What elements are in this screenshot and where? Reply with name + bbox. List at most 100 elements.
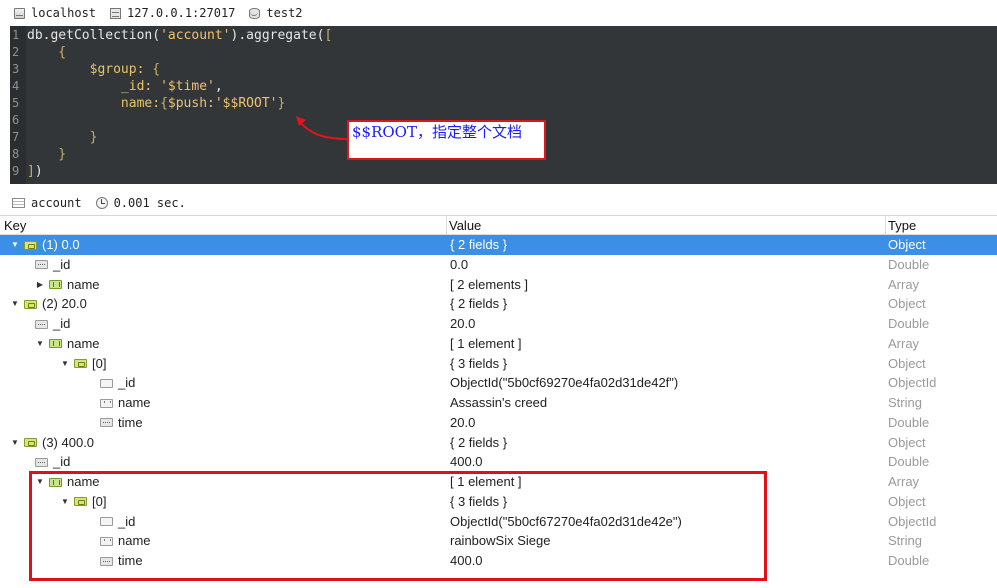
tree-cell-value: 400.0	[450, 553, 483, 568]
connection-server[interactable]: 127.0.0.1:27017	[110, 6, 235, 20]
tree-cell-type: Array	[888, 276, 920, 292]
tree-key-text: _id	[118, 513, 136, 529]
tree-row[interactable]: _id 0.0 Double	[0, 255, 997, 275]
tree-row[interactable]: ▶ name [ 2 elements ] Array	[0, 275, 997, 295]
tree-row[interactable]: _id 400.0 Double	[0, 452, 997, 472]
tree-cell-value: ObjectId("5b0cf67270e4fa02d31de42e")	[450, 513, 682, 529]
code-text: }	[27, 129, 98, 146]
tree-key-text: [0]	[92, 355, 107, 371]
collapse-arrow-icon[interactable]: ▼	[60, 492, 70, 512]
tree-cell-key: ▶ name	[35, 275, 100, 295]
tree-row[interactable]: ▼ name [ 1 element ] Array	[0, 334, 997, 354]
double-type-icon	[35, 260, 48, 270]
annotation-callout: $$ROOT，指定整个文档	[347, 120, 546, 160]
tree-row[interactable]: time 20.0 Double	[0, 413, 997, 433]
tree-cell-key: time	[100, 413, 143, 433]
tree-cell-key: ▼ name	[35, 472, 100, 492]
collapse-arrow-icon[interactable]: ▼	[10, 433, 20, 453]
code-token: {	[160, 96, 168, 111]
tree-cell-key: name	[100, 393, 151, 413]
code-text: $group: {	[27, 61, 160, 78]
double-type-icon	[35, 457, 48, 467]
tree-cell-value: 20.0	[450, 316, 476, 331]
line-number: 1	[12, 28, 20, 42]
code-text: name:{$push:'$$ROOT'}	[27, 95, 285, 112]
tree-key-text: time	[118, 553, 143, 568]
tree-cell-value: rainbowSix Siege	[450, 533, 551, 549]
column-header-type[interactable]: Type	[885, 216, 916, 235]
tree-cell-type: Object	[888, 237, 926, 252]
line-number: 7	[12, 130, 20, 144]
result-tree[interactable]: Key Value Type ▼ (1) 0.0 { 2 fields } Objec…	[0, 215, 997, 588]
tree-row[interactable]: _id ObjectId("5b0cf67270e4fa02d31de42e") O…	[0, 512, 997, 532]
code-text: db.getCollection('account').aggregate([	[27, 27, 332, 44]
tree-cell-value: 400.0	[450, 454, 483, 470]
tree-cell-key: ▼ (3) 400.0	[10, 433, 94, 453]
code-token: }	[27, 147, 67, 162]
object-type-icon	[24, 240, 37, 250]
collapse-arrow-icon[interactable]: ▼	[35, 472, 45, 492]
tree-cell-value: 20.0	[450, 414, 476, 430]
server-label: 127.0.0.1:27017	[127, 6, 236, 20]
tree-cell-key: time	[100, 551, 143, 571]
tree-cell-type: Object	[888, 493, 926, 509]
code-token: 'account'	[160, 28, 231, 43]
tree-row[interactable]: name rainbowSix Siege String	[0, 531, 997, 551]
tree-key-text: _id	[118, 375, 136, 391]
tree-row[interactable]: ▼ [0] { 3 fields } Object	[0, 354, 997, 374]
expand-arrow-icon[interactable]: ▶	[35, 275, 45, 295]
host-label: localhost	[31, 6, 97, 20]
tree-row[interactable]: ▼ name [ 1 element ] Array	[0, 472, 997, 492]
tree-row[interactable]: time 400.0 Double	[0, 551, 997, 571]
code-token: ).aggregate(	[230, 28, 325, 43]
string-type-icon	[100, 536, 113, 546]
collapse-arrow-icon[interactable]: ▼	[35, 334, 45, 354]
tree-cell-type: Object	[888, 434, 926, 450]
tree-cell-type: Double	[888, 256, 930, 272]
objectid-type-icon	[100, 378, 113, 388]
tree-row[interactable]: name Assassin's creed String	[0, 393, 997, 413]
collapse-arrow-icon[interactable]: ▼	[60, 354, 70, 374]
object-type-icon	[24, 299, 37, 309]
tree-key-text: (3) 400.0	[42, 434, 95, 450]
host-icon	[14, 7, 25, 19]
collapse-arrow-icon[interactable]: ▼	[10, 235, 20, 255]
tree-key-text: _id	[53, 316, 71, 331]
tree-cell-type: Array	[888, 474, 920, 489]
column-header-value[interactable]: Value	[446, 216, 481, 235]
tree-cell-key: ▼ name	[35, 334, 100, 354]
tree-cell-key: ▼ [0]	[60, 492, 106, 512]
object-type-icon	[24, 438, 37, 447]
tree-key-text: (2) 20.0	[42, 296, 87, 312]
connection-host[interactable]: localhost	[14, 6, 96, 20]
tree-key-text: _id	[53, 256, 71, 272]
column-header-key[interactable]: Key	[4, 218, 26, 233]
database-label: test2	[266, 6, 303, 20]
result-collection-name: account	[31, 196, 82, 210]
tree-row[interactable]: _id 20.0 Double	[0, 314, 997, 334]
result-header: account 0.001 sec.	[0, 192, 997, 214]
connection-database[interactable]: test2	[249, 6, 303, 20]
tree-row[interactable]: _id ObjectId("5b0cf69270e4fa02d31de42f") O…	[0, 373, 997, 393]
line-number: 4	[12, 79, 20, 93]
server-icon	[110, 7, 122, 19]
tree-cell-type: Double	[888, 414, 930, 430]
code-token: }	[277, 96, 286, 111]
tree-key-text: name	[118, 395, 151, 410]
query-editor[interactable]: 1 db.getCollection('account').aggregate([…	[10, 26, 997, 184]
tree-cell-value: 0.0	[450, 256, 469, 272]
code-token: db.getCollection(	[27, 28, 161, 43]
line-number: 2	[12, 45, 20, 59]
tree-row[interactable]: ▼ [0] { 3 fields } Object	[0, 492, 997, 512]
tree-cell-type: ObjectId	[888, 375, 937, 391]
code-text: ])	[27, 163, 43, 180]
array-type-icon	[49, 280, 62, 289]
tree-row[interactable]: ▼ (3) 400.0 { 2 fields } Object	[0, 433, 997, 453]
tree-row[interactable]: ▼ (2) 20.0 { 2 fields } Object	[0, 294, 997, 314]
object-type-icon	[74, 497, 87, 507]
code-token: )	[34, 164, 43, 179]
tree-row[interactable]: ▼ (1) 0.0 { 2 fields } Object	[0, 235, 997, 255]
clock-icon	[95, 197, 108, 209]
tree-key-text: name	[118, 533, 151, 549]
collapse-arrow-icon[interactable]: ▼	[10, 294, 20, 314]
